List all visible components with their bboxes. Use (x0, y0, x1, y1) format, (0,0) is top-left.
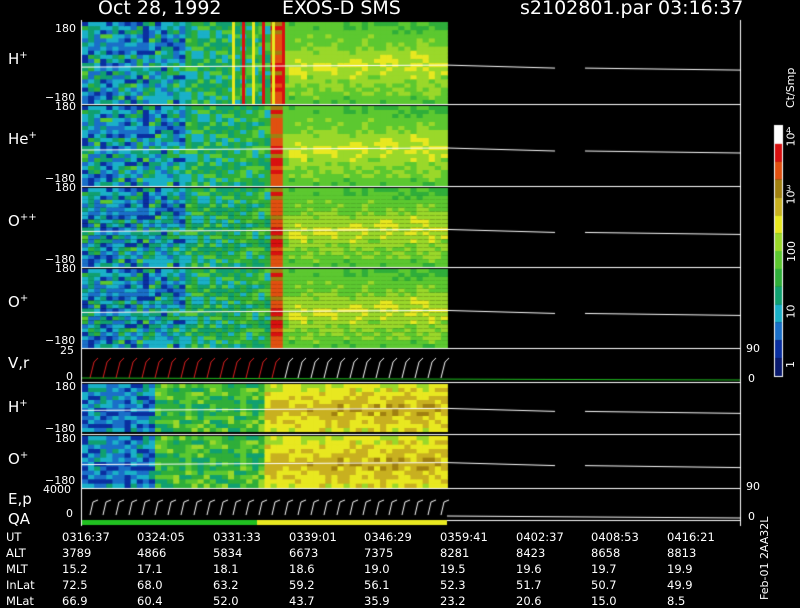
header-time: 03:16:37 (658, 0, 744, 19)
ytick-top: 180 (55, 432, 76, 445)
table-cell: 19.9 (667, 562, 693, 576)
header-file: s2102801.par (520, 0, 653, 19)
table-cell: 8.5 (667, 594, 686, 608)
table-cell: 59.2 (289, 578, 315, 592)
table-cell: 52.3 (440, 578, 466, 592)
spectrogram-canvas (0, 0, 800, 600)
table-cell: 72.5 (62, 578, 88, 592)
colorbar-unit: Ct/Smp (784, 67, 797, 108)
table-cell: 0324:05 (137, 530, 185, 544)
right-tick-bottom: 0 (748, 372, 755, 385)
ytick-top: 180 (55, 262, 76, 275)
table-row-label: MLT (6, 562, 28, 576)
table-cell: 8423 (516, 546, 546, 560)
table-cell: 66.9 (62, 594, 88, 608)
table-cell: 15.2 (62, 562, 88, 576)
panel-label-o-plus: O+ (8, 293, 29, 311)
table-row-label: ALT (6, 546, 26, 560)
table-cell: 5834 (213, 546, 243, 560)
ytick-top: 180 (55, 181, 76, 194)
table-cell: 49.9 (667, 578, 693, 592)
ytick-top: 4000 (43, 483, 71, 496)
table-row-label: UT (6, 530, 22, 544)
table-cell: 0408:53 (591, 530, 639, 544)
table-cell: 6673 (289, 546, 319, 560)
table-row: ALT 3789 4866 5834 6673 7375 8281 8423 8658 8813 (0, 546, 770, 560)
colorbar-label: 1 (784, 361, 797, 368)
table-cell: 8813 (667, 546, 697, 560)
table-row: UT 0316:37 0324:05 0331:33 0339:01 0346:29 035… (0, 530, 770, 544)
table-cell: 0416:21 (667, 530, 715, 544)
header-date: Oct 28, 1992 (98, 0, 222, 19)
table-cell: 0359:41 (440, 530, 488, 544)
header-instrument: EXOS-D SMS (282, 0, 401, 19)
table-row: MLT 15.2 17.1 18.1 18.6 19.0 19.5 19.6 19.7 19.9 (0, 562, 770, 576)
table-cell: 3789 (62, 546, 92, 560)
table-cell: 68.0 (137, 578, 163, 592)
table-cell: 17.1 (137, 562, 163, 576)
table-cell: 8281 (440, 546, 470, 560)
table-cell: 19.7 (591, 562, 617, 576)
right-tick-top: 90 (746, 480, 760, 493)
table-cell: 18.1 (213, 562, 239, 576)
table-cell: 43.7 (289, 594, 315, 608)
panel-label-qa: QA (8, 510, 31, 528)
table-cell: 19.5 (440, 562, 466, 576)
colorbar-label: 10 (784, 304, 798, 319)
table-row-label: InLat (6, 578, 35, 592)
table-cell: 0316:37 (62, 530, 110, 544)
panel-label-h-plus-2: H+ (8, 398, 28, 416)
right-tick-top: 90 (746, 342, 760, 355)
ytick-bottom: 0 (66, 507, 73, 520)
panel-label-o-plus-plus: O++ (8, 212, 37, 230)
table-cell: 35.9 (364, 594, 390, 608)
footer-vertical-text: Feb-01 2AA32L (758, 516, 771, 600)
table-cell: 51.7 (516, 578, 542, 592)
panel-label-ep: E,p (8, 490, 32, 508)
table-cell: 0339:01 (289, 530, 337, 544)
table-cell: 7375 (364, 546, 394, 560)
table-row-label: MLat (6, 594, 34, 608)
ytick-top: 25 (60, 344, 74, 357)
panel-label-h-plus: H+ (8, 50, 28, 68)
table-cell: 15.0 (591, 594, 617, 608)
ytick-top: 180 (55, 100, 76, 113)
table-cell: 60.4 (137, 594, 163, 608)
colorbar-label: 4 (786, 126, 792, 135)
table-row: InLat 72.5 68.0 63.2 59.2 56.1 52.3 51.7 50.7 49.… (0, 578, 770, 592)
table-cell: 19.6 (516, 562, 542, 576)
table-cell: 19.0 (364, 562, 390, 576)
right-tick-bottom: 0 (748, 510, 755, 523)
ytick-top: 180 (55, 22, 76, 35)
panel-label-vr: V,r (8, 354, 30, 372)
table-cell: 0346:29 (364, 530, 412, 544)
ytick-top: 180 (55, 380, 76, 393)
table-cell: 50.7 (591, 578, 617, 592)
colorbar-label: 100 (785, 241, 798, 262)
table-cell: 4866 (137, 546, 167, 560)
table-cell: 63.2 (213, 578, 239, 592)
table-cell: 8658 (591, 546, 621, 560)
table-cell: 0331:33 (213, 530, 261, 544)
table-row: MLat 66.9 60.4 52.0 43.7 35.9 23.2 20.6 15.0 8.5 (0, 594, 770, 608)
table-cell: 0402:37 (516, 530, 564, 544)
panel-label-o-plus-2: O+ (8, 450, 29, 468)
table-cell: 52.0 (213, 594, 239, 608)
panel-label-he-plus: He+ (8, 130, 37, 148)
table-cell: 18.6 (289, 562, 315, 576)
table-cell: 23.2 (440, 594, 466, 608)
colorbar-label: 3 (786, 184, 792, 193)
table-cell: 56.1 (364, 578, 390, 592)
table-cell: 20.6 (516, 594, 542, 608)
